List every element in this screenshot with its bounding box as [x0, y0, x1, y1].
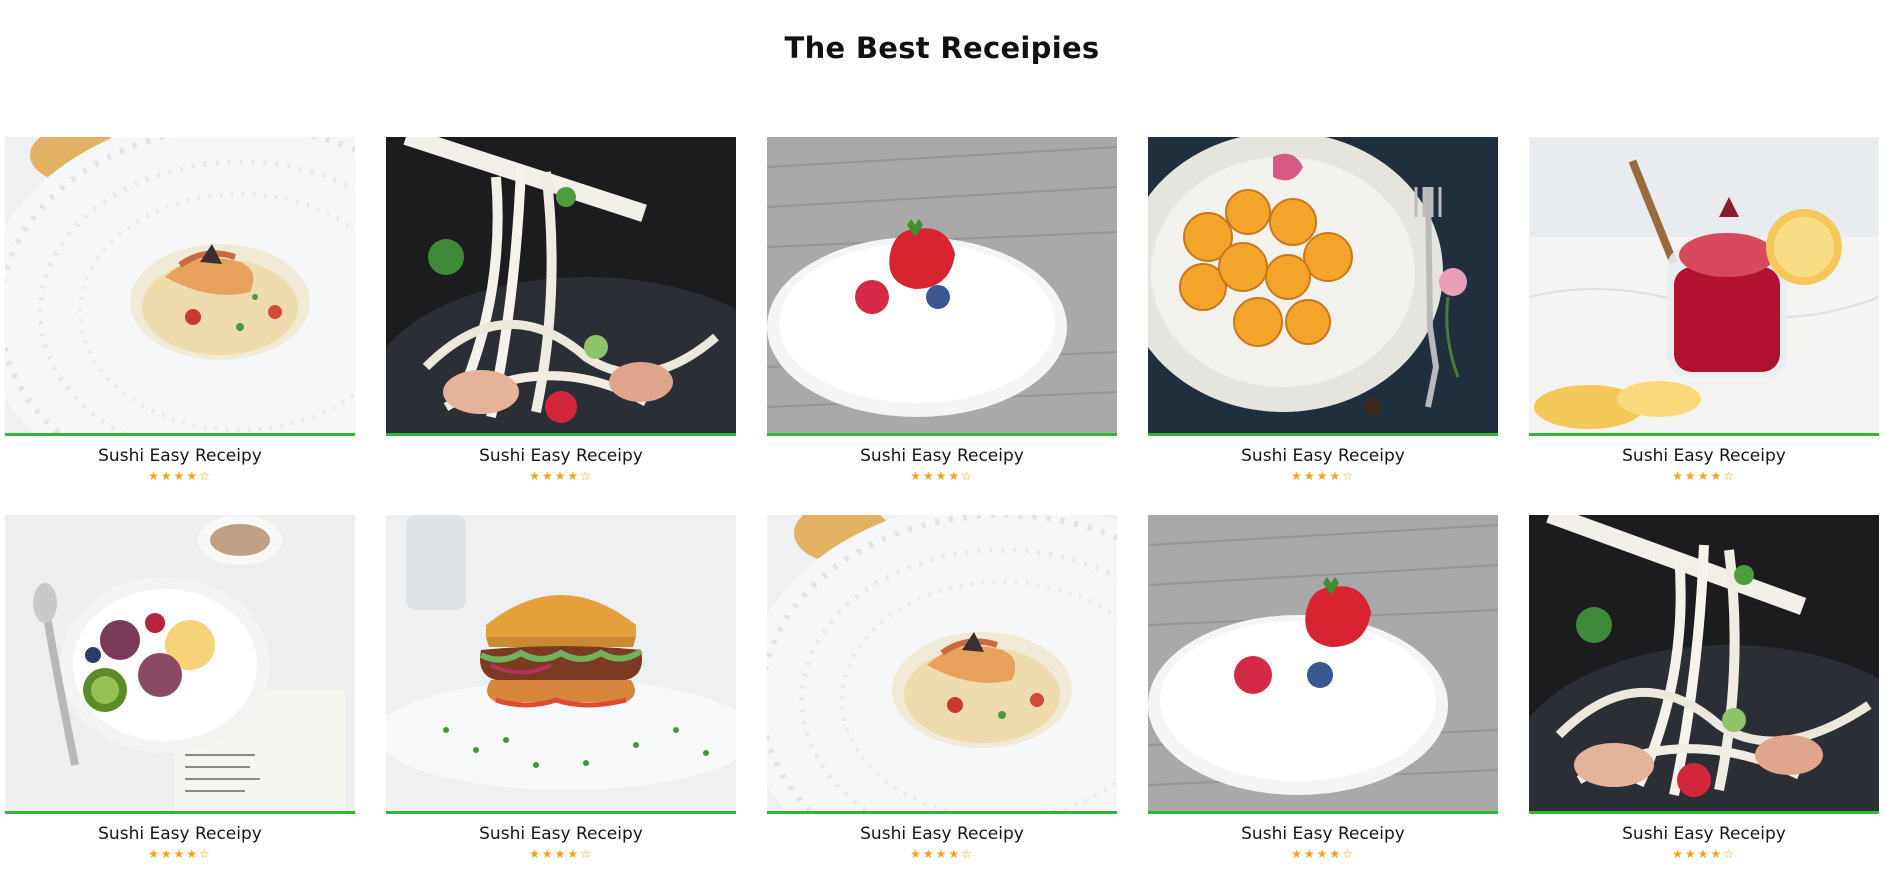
recipe-title[interactable]: Sushi Easy Receipy: [1529, 824, 1879, 844]
recipe-photo[interactable]: [5, 137, 355, 436]
udon-noodles-image: [1529, 515, 1879, 811]
recipe-photo[interactable]: [386, 515, 736, 814]
recipes-page: The Best Receipies Sushi Easy Receipy ★★…: [0, 0, 1884, 876]
rating-stars: ★★★★☆: [1529, 847, 1879, 861]
shrimp-curry-plate-image: [767, 515, 1117, 811]
berries-plate-image: [767, 137, 1117, 433]
rating-stars: ★★★★☆: [5, 847, 355, 861]
star-empty-icon: ☆: [580, 469, 593, 483]
recipe-photo[interactable]: [1148, 137, 1498, 436]
udon-noodles-image: [386, 137, 736, 433]
recipe-photo[interactable]: [1148, 515, 1498, 814]
recipe-photo[interactable]: [767, 515, 1117, 814]
burger-image: [386, 515, 736, 811]
recipe-title[interactable]: Sushi Easy Receipy: [767, 446, 1117, 466]
star-filled-icon: ★★★★: [148, 847, 200, 861]
rating-stars: ★★★★☆: [1529, 469, 1879, 483]
recipe-photo[interactable]: [5, 515, 355, 814]
star-filled-icon: ★★★★: [148, 469, 200, 483]
star-filled-icon: ★★★★: [1291, 847, 1343, 861]
rating-stars: ★★★★☆: [767, 469, 1117, 483]
shrimp-curry-plate-image: [5, 137, 355, 433]
star-empty-icon: ☆: [961, 469, 974, 483]
recipe-card[interactable]: Sushi Easy Receipy ★★★★☆: [767, 137, 1117, 485]
star-empty-icon: ☆: [1723, 469, 1736, 483]
recipe-title[interactable]: Sushi Easy Receipy: [1529, 446, 1879, 466]
recipe-card[interactable]: Sushi Easy Receipy ★★★★☆: [386, 515, 736, 863]
star-filled-icon: ★★★★: [1672, 847, 1724, 861]
star-filled-icon: ★★★★: [1672, 469, 1724, 483]
recipe-title[interactable]: Sushi Easy Receipy: [1148, 446, 1498, 466]
recipe-grid: Sushi Easy Receipy ★★★★☆ Sushi Easy Rece…: [5, 137, 1879, 863]
rating-stars: ★★★★☆: [767, 847, 1117, 861]
star-empty-icon: ☆: [961, 847, 974, 861]
recipe-title[interactable]: Sushi Easy Receipy: [386, 824, 736, 844]
recipe-title[interactable]: Sushi Easy Receipy: [5, 824, 355, 844]
recipe-card[interactable]: Sushi Easy Receipy ★★★★☆: [5, 137, 355, 485]
recipe-title[interactable]: Sushi Easy Receipy: [1148, 824, 1498, 844]
recipe-card[interactable]: Sushi Easy Receipy ★★★★☆: [1148, 137, 1498, 485]
star-empty-icon: ☆: [1342, 847, 1355, 861]
recipe-title[interactable]: Sushi Easy Receipy: [767, 824, 1117, 844]
star-filled-icon: ★★★★: [910, 847, 962, 861]
star-empty-icon: ☆: [199, 469, 212, 483]
star-filled-icon: ★★★★: [529, 469, 581, 483]
rating-stars: ★★★★☆: [1148, 847, 1498, 861]
star-empty-icon: ☆: [580, 847, 593, 861]
page-title: The Best Receipies: [784, 31, 1100, 65]
berries-plate-image: [1148, 515, 1498, 811]
recipe-photo[interactable]: [1529, 137, 1879, 436]
recipe-card[interactable]: Sushi Easy Receipy ★★★★☆: [1529, 137, 1879, 485]
star-empty-icon: ☆: [1723, 847, 1736, 861]
star-empty-icon: ☆: [1342, 469, 1355, 483]
berry-smoothie-jar-image: [1529, 137, 1879, 433]
apricot-plate-image: [1148, 137, 1498, 433]
recipe-title[interactable]: Sushi Easy Receipy: [386, 446, 736, 466]
rating-stars: ★★★★☆: [5, 469, 355, 483]
fruit-bowl-image: [5, 515, 355, 811]
star-filled-icon: ★★★★: [1291, 469, 1343, 483]
star-filled-icon: ★★★★: [910, 469, 962, 483]
recipe-card[interactable]: Sushi Easy Receipy ★★★★☆: [1148, 515, 1498, 863]
recipe-photo[interactable]: [1529, 515, 1879, 814]
star-empty-icon: ☆: [199, 847, 212, 861]
rating-stars: ★★★★☆: [386, 847, 736, 861]
recipe-card[interactable]: Sushi Easy Receipy ★★★★☆: [1529, 515, 1879, 863]
recipe-photo[interactable]: [767, 137, 1117, 436]
rating-stars: ★★★★☆: [1148, 469, 1498, 483]
recipe-card[interactable]: Sushi Easy Receipy ★★★★☆: [5, 515, 355, 863]
star-filled-icon: ★★★★: [529, 847, 581, 861]
recipe-title[interactable]: Sushi Easy Receipy: [5, 446, 355, 466]
recipe-card[interactable]: Sushi Easy Receipy ★★★★☆: [767, 515, 1117, 863]
recipe-card[interactable]: Sushi Easy Receipy ★★★★☆: [386, 137, 736, 485]
rating-stars: ★★★★☆: [386, 469, 736, 483]
recipe-photo[interactable]: [386, 137, 736, 436]
